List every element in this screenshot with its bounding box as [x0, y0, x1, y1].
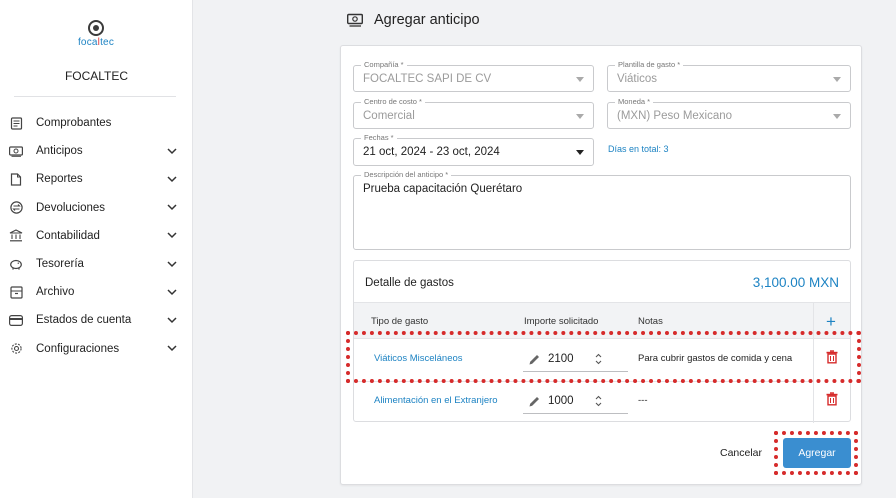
sidebar-item-tesoreria[interactable]: Tesorería [0, 250, 193, 278]
amount-value: 1000 [548, 395, 574, 407]
amount-input[interactable]: 2100 [523, 346, 628, 372]
field-value: 21 oct, 2024 - 23 oct, 2024 [363, 146, 500, 158]
logo-text: focaltec [77, 37, 115, 48]
cash-icon [9, 144, 23, 158]
add-button[interactable]: Agregar [783, 438, 851, 468]
field-label: Descripción del anticipo * [361, 170, 452, 180]
sidebar-item-configuraciones[interactable]: Configuraciones [0, 335, 193, 363]
field-value: Viáticos [617, 73, 658, 85]
caret-down-icon [576, 77, 584, 82]
sidebar-item-label: Estados de cuenta [36, 314, 132, 327]
expense-type-link[interactable]: Viáticos Misceláneos [374, 353, 463, 364]
notes-cell: --- [638, 395, 648, 406]
field-value: (MXN) Peso Mexicano [617, 110, 733, 122]
sidebar-item-label: Tesorería [36, 258, 84, 271]
descripcion-textarea[interactable]: Descripción del anticipo * Prueba capaci… [353, 170, 851, 250]
cancel-button[interactable]: Cancelar [713, 443, 769, 463]
total-days: Días en total: 3 [608, 144, 669, 154]
sidebar-item-estados-de-cuenta[interactable]: Estados de cuenta [0, 306, 193, 334]
report-icon [9, 172, 23, 186]
expense-type-link[interactable]: Alimentación en el Extranjero [374, 395, 498, 406]
delete-row-icon[interactable] [826, 350, 838, 364]
moneda-select[interactable]: Moneda * (MXN) Peso Mexicano [607, 97, 851, 129]
page-title: Agregar anticipo [374, 12, 480, 28]
logo-mark-icon [88, 20, 104, 36]
gear-icon [9, 342, 23, 356]
notes-cell: Para cubrir gastos de comida y cena [638, 353, 793, 364]
chevron-down-icon[interactable] [165, 289, 179, 296]
field-value: Prueba capacitación Querétaro [363, 183, 523, 195]
chevron-down-icon[interactable] [165, 261, 179, 268]
document-list-icon [9, 116, 23, 130]
sidebar: focaltec FOCALTEC Comprobantes Anticipos… [0, 0, 193, 498]
sidebar-item-devoluciones[interactable]: Devoluciones [0, 194, 193, 222]
fechas-select[interactable]: Fechas * 21 oct, 2024 - 23 oct, 2024 [353, 133, 594, 166]
centro-costo-select[interactable]: Centro de costo * Comercial [353, 97, 594, 129]
chevron-down-icon[interactable] [165, 176, 179, 183]
archive-icon [9, 285, 23, 299]
company-name: FOCALTEC [64, 69, 129, 83]
sidebar-item-anticipos[interactable]: Anticipos [0, 137, 193, 165]
field-label: Plantilla de gasto * [615, 60, 684, 70]
sidebar-item-archivo[interactable]: Archivo [0, 278, 193, 306]
spinner-icon[interactable] [595, 394, 602, 408]
field-label: Moneda * [615, 97, 654, 107]
amount-value: 2100 [548, 353, 574, 365]
sidebar-divider [14, 96, 176, 97]
piggy-bank-icon [9, 257, 23, 271]
sidebar-item-reportes[interactable]: Reportes [0, 165, 193, 193]
column-header-tipo: Tipo de gasto [371, 316, 429, 327]
add-row-icon[interactable]: + [826, 313, 836, 330]
sidebar-item-label: Archivo [36, 286, 75, 299]
detalle-title: Detalle de gastos [365, 277, 454, 289]
sidebar-item-contabilidad[interactable]: Contabilidad [0, 222, 193, 250]
sidebar-item-label: Anticipos [36, 145, 83, 158]
detalle-total: 3,100.00 MXN [752, 275, 839, 290]
plantilla-select[interactable]: Plantilla de gasto * Viáticos [607, 60, 851, 92]
caret-down-icon [576, 150, 584, 155]
chevron-down-icon[interactable] [165, 204, 179, 211]
column-header-importe: Importe solicitado [524, 316, 599, 327]
caret-down-icon [833, 114, 841, 119]
sidebar-item-label: Reportes [36, 173, 83, 186]
field-label: Compañía * [361, 60, 407, 70]
pencil-icon [528, 353, 541, 366]
delete-row-icon[interactable] [826, 392, 838, 406]
field-value: FOCALTEC SAPI DE CV [363, 73, 492, 85]
column-header-notas: Notas [638, 316, 663, 327]
chevron-down-icon[interactable] [165, 345, 179, 352]
sidebar-item-label: Devoluciones [36, 201, 106, 214]
amount-input[interactable]: 1000 [523, 388, 628, 414]
spinner-icon[interactable] [595, 352, 602, 366]
table-row: Viáticos Misceláneos 2100 Para cubrir ga… [354, 339, 850, 381]
company-logo: focaltec [74, 20, 118, 48]
chevron-down-icon[interactable] [165, 232, 179, 239]
compania-select[interactable]: Compañía * FOCALTEC SAPI DE CV [353, 60, 594, 92]
page-header: Agregar anticipo [346, 12, 480, 28]
exchange-icon [9, 201, 23, 215]
sidebar-item-comprobantes[interactable]: Comprobantes [0, 109, 193, 137]
pencil-icon [528, 395, 541, 408]
field-label: Fechas * [361, 133, 397, 143]
cash-icon [346, 13, 364, 27]
card-icon [9, 313, 23, 327]
table-header: Tipo de gasto Importe solicitado Notas [354, 303, 850, 339]
field-value: Comercial [363, 110, 415, 122]
chevron-down-icon[interactable] [165, 148, 179, 155]
caret-down-icon [833, 77, 841, 82]
table-row: Alimentación en el Extranjero 1000 --- [354, 381, 850, 423]
sidebar-item-label: Comprobantes [36, 117, 112, 130]
sidebar-item-label: Contabilidad [36, 229, 100, 242]
anticipo-form-card: Compañía * FOCALTEC SAPI DE CV Plantilla… [340, 45, 862, 485]
detalle-gastos-panel: Detalle de gastos 3,100.00 MXN Tipo de g… [353, 260, 851, 423]
field-label: Centro de costo * [361, 97, 425, 107]
detalle-header: Detalle de gastos 3,100.00 MXN [354, 261, 850, 303]
chevron-down-icon[interactable] [165, 317, 179, 324]
bank-icon [9, 229, 23, 243]
sidebar-nav: Comprobantes Anticipos Reportes Devoluci… [0, 109, 193, 363]
sidebar-item-label: Configuraciones [36, 342, 120, 355]
caret-down-icon [576, 114, 584, 119]
